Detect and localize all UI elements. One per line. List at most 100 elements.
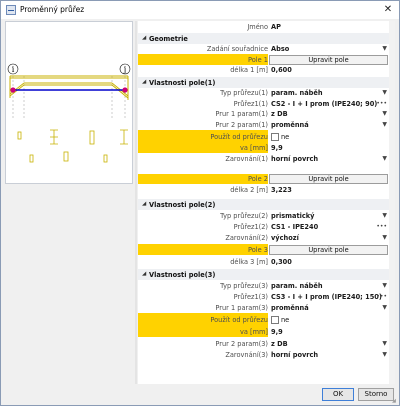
prop-value[interactable]: 0,600 (271, 66, 292, 74)
select-value: prismatický (271, 211, 315, 220)
chevron-down-icon[interactable]: ▼ (382, 234, 387, 241)
splitter[interactable] (135, 21, 137, 384)
ok-button[interactable]: OK (322, 388, 354, 401)
alignment-select[interactable]: výchozí ▼ (269, 233, 389, 243)
section-title: Geometrie (149, 34, 188, 43)
section-header-field2[interactable]: ◢ Vlastnosti pole(2) (138, 199, 389, 210)
chevron-down-icon[interactable]: ▼ (382, 155, 387, 162)
prop-label: Prur 1 param(1) (215, 110, 268, 118)
alignment-select[interactable]: horní povrch ▼ (269, 154, 389, 164)
prop-length1: délka 1 [m] 0,600 (138, 65, 389, 76)
prop-prur2-param1[interactable]: Prur 2 param(1) proměnná ▼ (138, 119, 389, 130)
prop-value[interactable]: 9,9 (271, 144, 283, 152)
prop-prur1-param3[interactable]: Prur 1 param(3) proměnná ▼ (138, 302, 389, 313)
select-value: z DB (271, 110, 288, 118)
prop-label: délka 2 [m] (230, 185, 268, 194)
prop-section2[interactable]: Průřez1(2) CS1 - IPE240 ••• (138, 221, 389, 232)
prop-value[interactable]: 3,223 (271, 186, 292, 194)
node-j-dot[interactable] (122, 87, 128, 93)
prur1-param-select[interactable]: z DB ▼ (269, 109, 389, 119)
alignment-select[interactable]: horní povrch ▼ (269, 350, 389, 360)
prop-length2: délka 2 [m] 3,223 (138, 184, 389, 195)
vertical-scrollbar[interactable] (389, 21, 395, 384)
property-grid: Jméno AP ◢ Geometrie Zadání souřadnice A… (138, 21, 395, 384)
prop-length3: délka 3 [m] 0,300 (138, 256, 389, 267)
prop-label: Průřez1(3) (233, 292, 268, 301)
edit-pole1-button[interactable]: Upravit pole (269, 54, 388, 65)
node-i-dot[interactable] (10, 87, 16, 93)
prop-pole2: Pole 2 Upravit pole (138, 173, 389, 184)
section-select[interactable]: CS1 - IPE240 ••• (269, 222, 389, 232)
chevron-down-icon[interactable]: ▼ (382, 340, 387, 347)
collapse-icon[interactable]: ◢ (142, 271, 146, 277)
prop-value[interactable]: 0,300 (271, 258, 292, 266)
collapse-icon[interactable]: ◢ (142, 201, 146, 207)
prop-align1[interactable]: Zarovnání(1) horní povrch ▼ (138, 153, 389, 164)
prop-align2[interactable]: Zarovnání(2) výchozí ▼ (138, 232, 389, 243)
select-value: CS1 - IPE240 (271, 222, 319, 231)
chevron-down-icon[interactable]: ▼ (382, 121, 387, 128)
prop-coordinate-input[interactable]: Zadání souřadnice Abso ▼ (138, 44, 389, 55)
edit-pole2-button[interactable]: Upravit pole (269, 174, 388, 184)
chevron-down-icon[interactable]: ▼ (382, 351, 387, 358)
prop-type2[interactable]: Typ průřezu(2) prismatický ▼ (138, 210, 389, 221)
chevron-down-icon[interactable]: ▼ (382, 45, 387, 52)
prop-label: Prur 2 param(1) (215, 120, 268, 129)
more-icon[interactable]: ••• (376, 223, 387, 230)
section-type-select[interactable]: prismatický ▼ (269, 211, 389, 221)
select-value: CS2 - I + I prom (IPE240; 90) (271, 99, 378, 108)
prop-label: Zadání souřadnice (206, 45, 268, 53)
prur2-param-select[interactable]: proměnná ▼ (269, 120, 389, 130)
more-icon[interactable]: ••• (376, 100, 387, 107)
prop-label: Pole 2 (248, 175, 268, 183)
cancel-button[interactable]: Storno (358, 388, 394, 401)
prop-value[interactable]: 9,9 (271, 328, 283, 336)
prop-label: Průřez1(1) (233, 99, 268, 108)
coordinate-input-select[interactable]: Abso ▼ (269, 44, 389, 54)
section-header-field1[interactable]: ◢ Vlastnosti pole(1) (138, 77, 389, 88)
section-type-select[interactable]: param. náběh ▼ (269, 88, 389, 98)
collapse-icon[interactable]: ◢ (142, 35, 146, 41)
chevron-down-icon[interactable]: ▼ (382, 212, 387, 219)
prop-prur2-param3[interactable]: Prur 2 param(3) z DB ▼ (138, 338, 389, 349)
prop-label: va [mm] (239, 327, 268, 336)
section-type-select[interactable]: param. náběh ▼ (269, 281, 389, 291)
edit-pole3-button[interactable]: Upravit pole (269, 244, 388, 255)
resize-grip-icon[interactable]: ◢ (392, 398, 398, 404)
select-value: Abso (271, 45, 290, 53)
prur1-param-select[interactable]: proměnná ▼ (269, 303, 389, 313)
section-preview: i j (5, 21, 133, 184)
prop-section1[interactable]: Průřez1(1) CS2 - I + I prom (IPE240; 90)… (138, 98, 389, 109)
prop-label: Typ průřezu(3) (220, 281, 268, 290)
node-j-label: j (123, 65, 126, 74)
close-icon[interactable]: ✕ (381, 3, 395, 17)
prop-label: Průřez1(2) (233, 222, 268, 231)
prop-value[interactable]: AP (271, 23, 281, 31)
prop-label: Typ průřezu(1) (220, 89, 268, 97)
prop-label: Pole 1 (248, 55, 268, 64)
prop-label: Zarovnání(1) (225, 154, 268, 163)
chevron-down-icon[interactable]: ▼ (382, 282, 387, 289)
chevron-down-icon[interactable]: ▼ (382, 304, 387, 311)
section-select[interactable]: CS3 - I + I prom (IPE240; 150) ••• (269, 292, 389, 302)
more-icon[interactable]: ••• (376, 293, 387, 300)
prop-type1[interactable]: Typ průřezu(1) param. náběh ▼ (138, 88, 389, 99)
prur2-param-select[interactable]: z DB ▼ (269, 339, 389, 349)
chevron-down-icon[interactable]: ▼ (382, 110, 387, 117)
highlight-label: Pole 2 (138, 173, 268, 184)
collapse-icon[interactable]: ◢ (142, 79, 146, 85)
prop-label: Zarovnání(2) (225, 233, 268, 242)
prop-align3[interactable]: Zarovnání(3) horní povrch ▼ (138, 349, 389, 360)
prop-section3[interactable]: Průřez1(3) CS3 - I + I prom (IPE240; 150… (138, 291, 389, 302)
prop-va1: va [mm] 9,9 (138, 142, 389, 153)
section-header-geometry[interactable]: ◢ Geometrie (138, 33, 389, 44)
prop-label: Použít od průřezu (210, 132, 268, 141)
prop-prur1-param1[interactable]: Prur 1 param(1) z DB ▼ (138, 109, 389, 120)
section-header-field3[interactable]: ◢ Vlastnosti pole(3) (138, 269, 389, 280)
section-select[interactable]: CS2 - I + I prom (IPE240; 90) ••• (269, 99, 389, 109)
use-from-section-checkbox[interactable] (271, 132, 279, 141)
prop-type3[interactable]: Typ průřezu(3) param. náběh ▼ (138, 280, 389, 291)
prop-name: Jméno AP (138, 21, 389, 32)
use-from-section-checkbox[interactable] (271, 316, 279, 324)
chevron-down-icon[interactable]: ▼ (382, 89, 387, 96)
